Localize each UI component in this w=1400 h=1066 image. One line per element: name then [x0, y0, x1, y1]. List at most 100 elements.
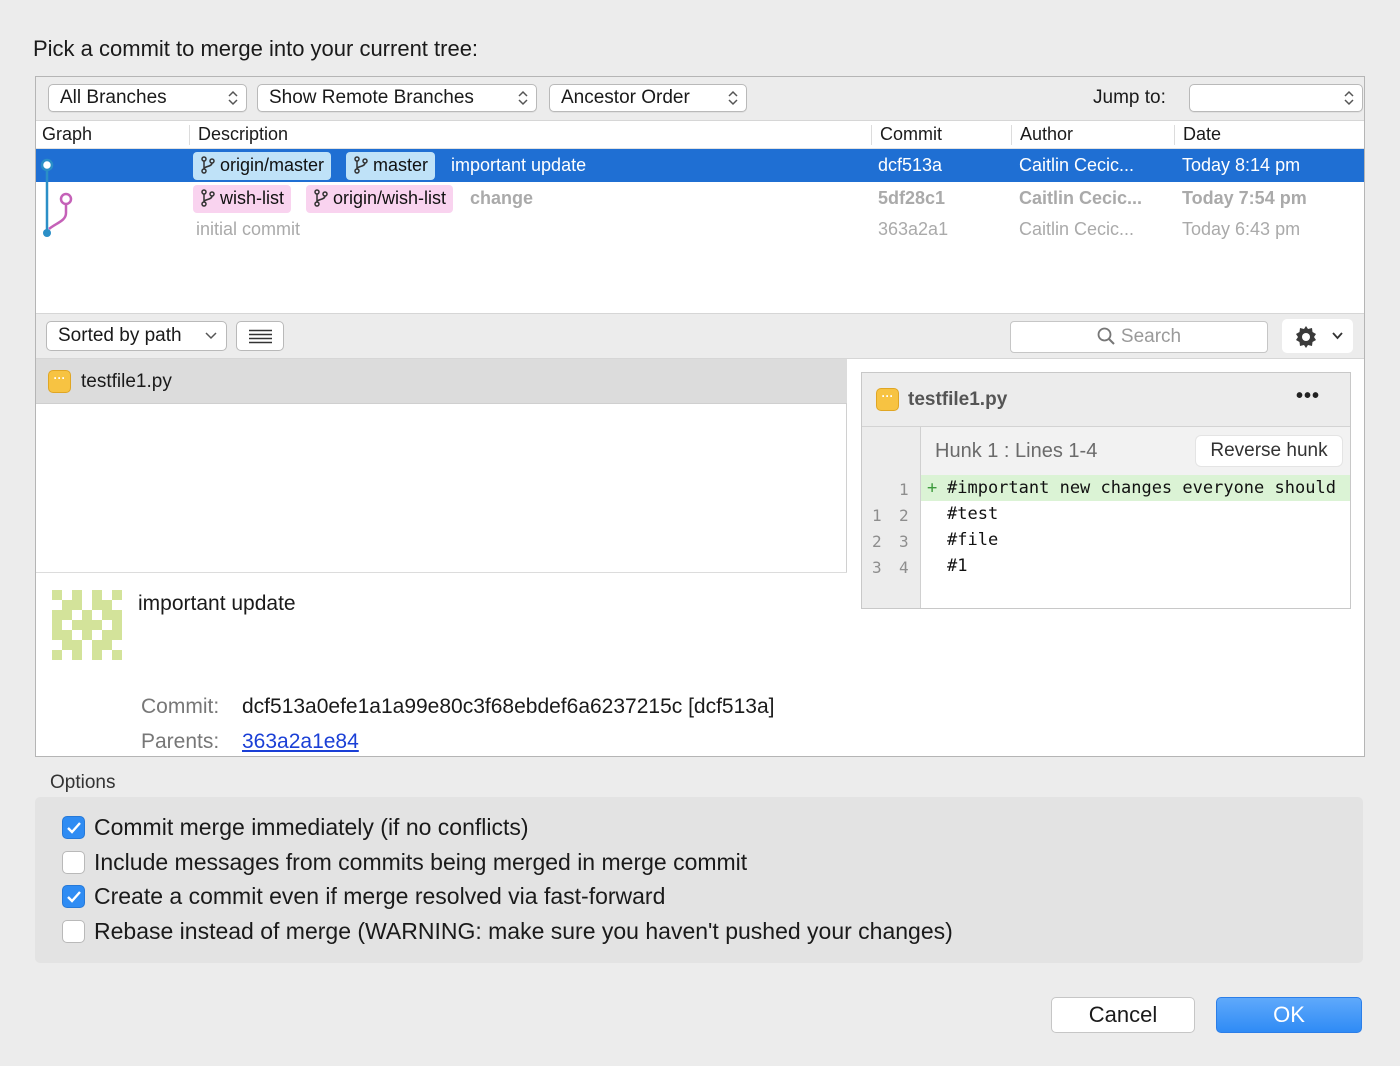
branch-tag-label: origin/wish-list	[333, 188, 447, 208]
new-line-number: 2	[899, 506, 909, 525]
branch-tag-label: origin/master	[220, 155, 325, 175]
search-icon	[1097, 327, 1115, 345]
diff-line-added: + #important new changes everyone should	[921, 475, 1350, 501]
diff-code: Hunk 1 : Lines 1-4 Reverse hunk + #impor…	[921, 427, 1350, 608]
commit-date: Today 6:43 pm	[1182, 219, 1301, 239]
commit-row[interactable]: wish-list origin/wish-list change 5df28c…	[36, 182, 1364, 215]
old-line-number: 3	[872, 558, 882, 577]
updown-arrows-icon	[728, 90, 738, 106]
added-marker: +	[927, 478, 938, 498]
gear-icon	[1296, 326, 1316, 348]
commit-hash: dcf513a	[878, 155, 943, 175]
diff-line: #file	[921, 527, 1350, 553]
new-line-number: 1	[899, 480, 909, 499]
commit-message: important update	[451, 155, 587, 175]
remote-select-label: Show Remote Branches	[269, 87, 474, 108]
order-select[interactable]: Ancestor Order	[549, 84, 747, 112]
diff-line-text: #file	[947, 530, 999, 550]
cancel-button[interactable]: Cancel	[1051, 997, 1195, 1033]
diff-filename: testfile1.py	[908, 389, 1008, 410]
commit-hash: 363a2a1	[878, 219, 949, 239]
diff-panel: ··· testfile1.py ••• 1 1 2 2 3 3 4 Hunk …	[861, 372, 1351, 609]
updown-arrows-icon	[1344, 90, 1354, 106]
diff-line: #1	[921, 553, 1350, 579]
checkbox[interactable]	[62, 851, 85, 874]
ellipsis-file-icon: ···	[876, 388, 899, 411]
options-label: Options	[50, 772, 116, 793]
checkbox[interactable]	[62, 885, 85, 908]
branch-icon	[201, 189, 215, 207]
diff-line-text: #important new changes everyone should	[947, 478, 1336, 498]
branch-icon	[314, 189, 328, 207]
diff-line: #test	[921, 501, 1350, 527]
column-header: Graph Description Commit Author Date	[36, 121, 1364, 149]
dialog-prompt: Pick a commit to merge into your current…	[33, 36, 479, 61]
commit-full-hash: dcf513a0efe1a1a99e80c3f68ebdef6a6237215c…	[242, 695, 775, 718]
commit-date: Today 7:54 pm	[1182, 188, 1307, 208]
new-line-number: 3	[899, 532, 909, 551]
commit-author: Caitlin Cecic...	[1019, 155, 1135, 175]
commit-hash: 5df28c1	[878, 188, 946, 208]
list-view-button[interactable]	[236, 321, 284, 351]
commit-message: change	[470, 188, 534, 208]
avatar	[52, 590, 122, 660]
column-date[interactable]: Date	[1183, 124, 1221, 145]
branch-tag: origin/master	[193, 152, 332, 180]
reverse-hunk-button[interactable]: Reverse hunk	[1196, 436, 1342, 466]
old-line-number: 1	[872, 506, 882, 525]
checkmark-icon	[67, 891, 81, 903]
commit-label: Commit:	[141, 695, 220, 718]
option-label: Commit merge immediately (if no conflict…	[94, 814, 529, 840]
list-lines-icon	[249, 329, 272, 344]
option-label: Create a commit even if merge resolved v…	[94, 883, 666, 909]
commit-row[interactable]: origin/master master important update dc…	[36, 149, 1364, 182]
options-group: Commit merge immediately (if no conflict…	[35, 797, 1363, 963]
commit-browser: All Branches Show Remote Branches Ancest…	[35, 76, 1365, 757]
column-description[interactable]: Description	[198, 124, 288, 145]
parent-commit-link[interactable]: 363a2a1e84	[242, 730, 359, 754]
parents-label: Parents:	[141, 730, 220, 753]
settings-menu-button[interactable]	[1282, 319, 1353, 353]
sort-select[interactable]: Sorted by path	[46, 321, 227, 351]
commit-row[interactable]: initial commit 363a2a1 Caitlin Cecic... …	[36, 215, 1364, 248]
branch-icon	[354, 156, 368, 174]
remote-branches-select[interactable]: Show Remote Branches	[257, 84, 537, 112]
history-toolbar: All Branches Show Remote Branches Ancest…	[36, 77, 1364, 121]
branch-icon	[201, 156, 215, 174]
option-label: Include messages from commits being merg…	[94, 849, 748, 875]
column-graph[interactable]: Graph	[42, 124, 92, 145]
search-placeholder: Search	[1120, 326, 1182, 347]
new-line-number: 4	[899, 558, 909, 577]
checkbox[interactable]	[62, 920, 85, 943]
branch-tag: origin/wish-list	[306, 185, 454, 213]
file-name: testfile1.py	[81, 371, 172, 392]
line-number-gutter: 1 1 2 2 3 3 4	[862, 427, 921, 608]
commit-graph	[40, 158, 73, 237]
changed-files-pane: ··· testfile1.py important update Commit…	[36, 359, 847, 756]
jump-to-select[interactable]	[1189, 84, 1363, 112]
column-author[interactable]: Author	[1020, 124, 1073, 145]
checkbox[interactable]	[62, 816, 85, 839]
branches-select[interactable]: All Branches	[48, 84, 247, 112]
commit-author: Caitlin Cecic...	[1019, 219, 1135, 239]
more-options-icon[interactable]: •••	[1296, 385, 1320, 408]
old-line-number: 2	[872, 532, 882, 551]
checkmark-icon	[67, 822, 81, 834]
branch-tag: wish-list	[193, 185, 292, 213]
ok-button[interactable]: OK	[1216, 997, 1362, 1033]
file-row[interactable]: ··· testfile1.py	[36, 359, 847, 404]
files-toolbar: Sorted by path Search	[36, 313, 1364, 359]
column-commit[interactable]: Commit	[880, 124, 942, 145]
commit-date: Today 8:14 pm	[1182, 155, 1301, 175]
branches-select-label: All Branches	[60, 87, 167, 108]
sort-select-label: Sorted by path	[58, 325, 182, 346]
chevron-down-icon	[205, 332, 217, 340]
order-select-label: Ancestor Order	[561, 87, 690, 108]
updown-arrows-icon	[228, 90, 238, 106]
diff-header: ··· testfile1.py •••	[862, 373, 1350, 427]
search-field[interactable]: Search	[1010, 321, 1268, 353]
updown-arrows-icon	[518, 90, 528, 106]
hunk-title: Hunk 1 : Lines 1-4	[935, 440, 1098, 462]
branch-tag-label: wish-list	[220, 188, 285, 208]
chevron-down-icon	[1332, 332, 1343, 340]
